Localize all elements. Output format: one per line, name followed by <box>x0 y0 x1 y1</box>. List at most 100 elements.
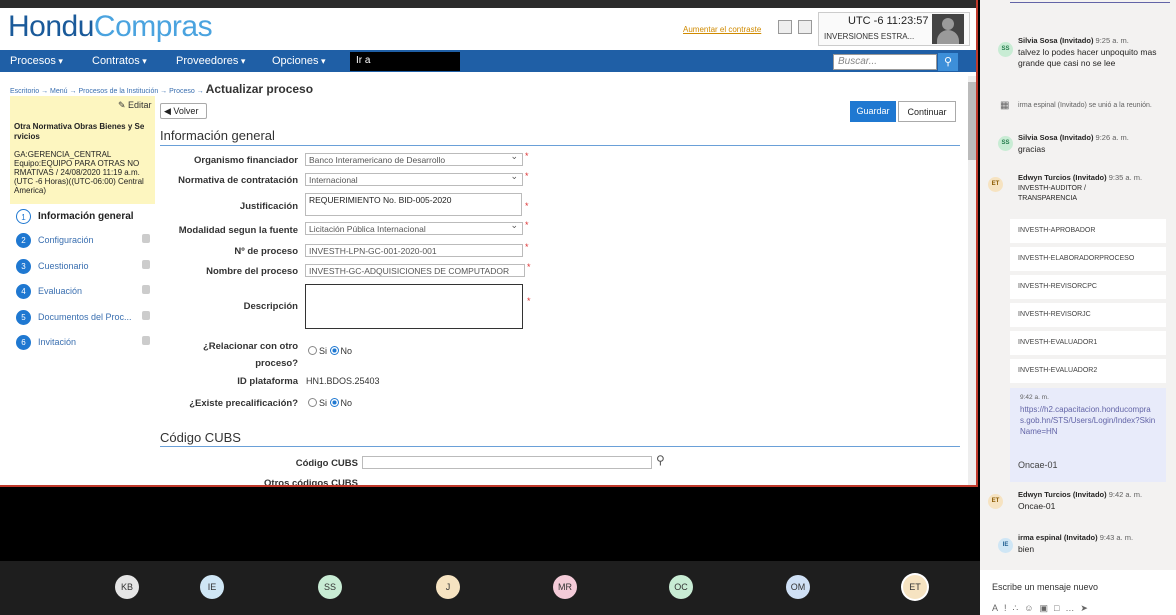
step-invitacion[interactable]: 6 Invitación <box>10 330 155 354</box>
radio-no-label: No <box>340 398 353 408</box>
lock-icon <box>142 311 150 320</box>
section-general: Información general <box>160 128 275 143</box>
emoji-icon[interactable]: ☺ <box>1024 603 1039 613</box>
participant-avatar[interactable]: IE <box>200 575 224 599</box>
nav-procesos[interactable]: Procesos <box>10 55 63 67</box>
shared-screen: HonduCompras Aumentar el contraste UTC -… <box>0 0 978 487</box>
participant-avatar[interactable]: J <box>436 575 460 599</box>
attach-icon[interactable]: ∴ <box>1013 603 1025 613</box>
author-name: Silvia Sosa (Invitado) <box>1018 133 1094 142</box>
step-documentos[interactable]: 5 Documentos del Proc... <box>10 305 155 329</box>
gif-icon[interactable]: ▣ <box>1039 603 1054 613</box>
required-mark: * <box>525 201 529 211</box>
chat-link[interactable]: https://h2.capacitacion.honducompras.gob… <box>1020 404 1156 437</box>
honducompras-logo[interactable]: HonduCompras <box>8 10 213 44</box>
ir-a-input[interactable]: Ir a <box>350 52 460 71</box>
participant-avatar[interactable]: SS <box>318 575 342 599</box>
volver-label: Volver <box>173 106 199 116</box>
relacionar-radio-group: Si No <box>308 346 352 356</box>
step-configuracion[interactable]: 2 Configuración <box>10 228 155 252</box>
step-number: 3 <box>16 259 31 274</box>
label-relacionar: ¿Relacionar con otro proceso? <box>202 341 298 369</box>
label-otros-cubs: Otros códigos CUBS <box>264 478 358 487</box>
participant-avatar[interactable]: OM <box>786 575 810 599</box>
step-evaluacion[interactable]: 4 Evaluación <box>10 279 155 303</box>
important-icon[interactable]: ! <box>1004 603 1013 613</box>
lock-icon <box>142 234 150 243</box>
radio-no[interactable] <box>329 346 339 355</box>
search-icon[interactable]: ⚲ <box>656 453 665 467</box>
chat-author: Silvia Sosa (Invitado) 9:25 a. m. <box>1018 36 1129 45</box>
breadcrumb: Escritorio → Menú → Procesos de la Insti… <box>10 82 313 96</box>
participant-avatar[interactable]: OC <box>669 575 693 599</box>
radio-si[interactable] <box>308 398 317 407</box>
search-icon[interactable]: ⚲ <box>938 53 958 71</box>
radio-si[interactable] <box>308 346 317 355</box>
chat-author: irma espinal (Invitado) 9:43 a. m. <box>1018 533 1133 542</box>
link-underline <box>1010 2 1170 3</box>
author-name: Edwyn Turcios (Invitado) <box>1018 173 1107 182</box>
normativa-select[interactable]: Internacional <box>305 170 523 186</box>
step-number: 1 <box>16 209 31 224</box>
lock-icon <box>142 336 150 345</box>
chat-message-box: INVESTH-REVISORJC <box>1010 303 1166 327</box>
breadcrumb-path[interactable]: Escritorio → Menú → Procesos de la Insti… <box>10 88 206 95</box>
cubs-input[interactable] <box>362 456 652 469</box>
descripcion-textarea[interactable] <box>305 284 523 329</box>
chat-message: INVESTH-AUDITOR / TRANSPARENCIA <box>1018 185 1086 202</box>
contrast-link[interactable]: Aumentar el contraste <box>683 25 761 34</box>
radio-no[interactable] <box>329 398 339 407</box>
nav-contratos[interactable]: Contratos <box>92 55 147 67</box>
scrollbar-thumb[interactable] <box>968 82 976 160</box>
chat-message-box: INVESTH-EVALUADOR1 <box>1010 331 1166 355</box>
process-meta: GA:GERENCIA_CENTRAL Equipo:EQUIPO PARA O… <box>14 150 144 195</box>
system-message: irma espinal (Invitado) se unió a la reu… <box>1018 102 1152 109</box>
step-label: Información general <box>38 211 134 222</box>
video-area <box>0 489 980 561</box>
more-icon[interactable]: … <box>1065 603 1080 613</box>
label-idplataforma: ID plataforma <box>237 376 298 387</box>
chat-message: talvez lo podes hacer unpoquito mas gran… <box>1018 47 1157 68</box>
chat-time: 9:35 a. m. <box>1108 173 1143 182</box>
step-informacion-general[interactable]: 1 Información general <box>10 204 155 228</box>
mail-icon[interactable] <box>778 20 792 34</box>
volver-button[interactable]: ◀ Volver <box>160 103 207 119</box>
step-label: Configuración <box>38 235 94 245</box>
logo-part-b: Compras <box>93 10 213 43</box>
edit-link[interactable]: ✎ Editar <box>118 100 152 111</box>
nav-proveedores[interactable]: Proveedores <box>176 55 245 67</box>
nombre-input[interactable]: INVESTH-GC-ADQUISICIONES DE COMPUTADOR <box>305 264 525 277</box>
participant-tray <box>0 561 980 615</box>
chat-time: 9:42 a. m. <box>1020 394 1049 401</box>
participant-avatar[interactable]: MR <box>553 575 577 599</box>
chat-time: 9:26 a. m. <box>1095 133 1129 142</box>
precal-radio-group: Si No <box>308 398 352 408</box>
chat-input[interactable]: Escribe un mensaje nuevo <box>992 582 1098 592</box>
logo-part-a: Hondu <box>8 10 94 43</box>
format-icon[interactable]: A <box>992 603 1004 613</box>
send-icon[interactable]: ➤ <box>1080 603 1094 613</box>
modalidad-select[interactable]: Licitación Pública Internacional <box>305 219 523 235</box>
chat-avatar: ET <box>988 177 1003 192</box>
search-input[interactable]: Buscar... <box>833 54 937 70</box>
justificacion-textarea[interactable]: REQUERIMIENTO No. BID-005-2020 <box>305 193 522 216</box>
nproceso-input[interactable]: INVESTH-LPN-GC-001-2020-001 <box>305 244 523 257</box>
chat-time: 9:25 a. m. <box>1095 36 1129 45</box>
continuar-button[interactable]: Continuar <box>898 101 956 122</box>
chat-message-box: INVESTH-APROBADOR <box>1010 219 1166 243</box>
required-mark: * <box>527 262 531 272</box>
document-icon[interactable] <box>798 20 812 34</box>
radio-si-label: Si <box>319 398 328 408</box>
guardar-button[interactable]: Guardar <box>850 101 896 122</box>
user-avatar-icon[interactable] <box>932 14 964 44</box>
process-title: Otra Normativa Obras Bienes y Se rvicios <box>14 122 145 141</box>
step-cuestionario[interactable]: 3 Cuestionario <box>10 254 155 278</box>
label-normativa: Normativa de contratación <box>178 175 298 186</box>
participant-avatar[interactable]: ET <box>903 575 927 599</box>
step-number: 4 <box>16 284 31 299</box>
organismo-select[interactable]: Banco Interamericano de Desarrollo <box>305 150 523 166</box>
participant-avatar[interactable]: KB <box>115 575 139 599</box>
nav-opciones[interactable]: Opciones <box>272 55 326 67</box>
sticker-icon[interactable]: □ <box>1054 603 1065 613</box>
radio-no-label: No <box>340 346 353 356</box>
